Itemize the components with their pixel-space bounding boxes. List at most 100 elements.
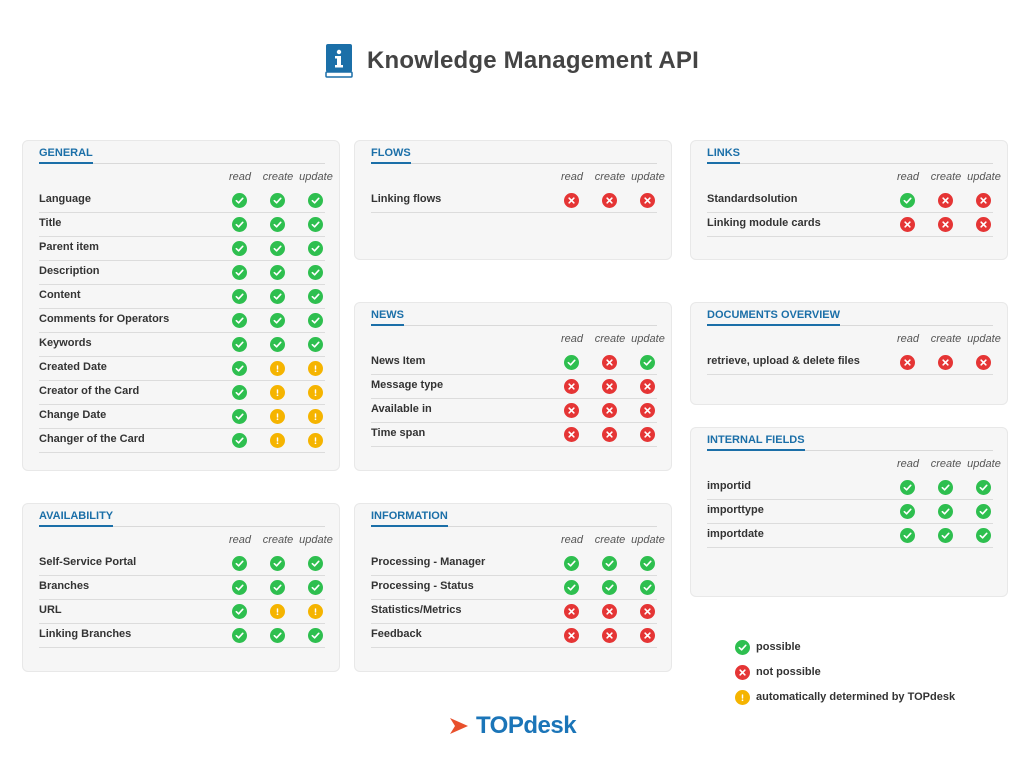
check-circle-icon — [308, 217, 323, 232]
row-label: Processing - Manager — [371, 556, 486, 568]
table-row: Language — [39, 189, 325, 213]
exclamation-circle-icon — [270, 385, 285, 400]
column-header-create: create — [594, 534, 626, 546]
table-row: importtype — [707, 500, 993, 524]
cross-circle-icon — [640, 604, 655, 619]
check-circle-icon — [900, 528, 915, 543]
cross-circle-icon — [564, 403, 579, 418]
cross-circle-icon — [900, 217, 915, 232]
card-title: FLOWS — [371, 147, 411, 164]
cross-circle-icon — [602, 379, 617, 394]
card-links: LINKS read create update Standardsolution L… — [690, 140, 1008, 260]
exclamation-circle-icon — [308, 361, 323, 376]
check-circle-icon — [564, 556, 579, 571]
row-label: Content — [39, 289, 81, 301]
card-rows: News Item Message type Available in Time sp… — [371, 351, 657, 447]
table-row: Available in — [371, 399, 657, 423]
cross-circle-icon — [640, 628, 655, 643]
table-row: Content — [39, 285, 325, 309]
row-label: Standardsolution — [707, 193, 798, 205]
row-label: Comments for Operators — [39, 313, 170, 325]
cross-circle-icon — [900, 355, 915, 370]
check-circle-icon — [232, 217, 247, 232]
cross-circle-icon — [976, 217, 991, 232]
column-header-read: read — [560, 171, 584, 183]
check-circle-icon — [640, 355, 655, 370]
cross-circle-icon — [564, 604, 579, 619]
check-circle-icon — [270, 289, 285, 304]
row-label: Changer of the Card — [39, 433, 145, 445]
check-circle-icon — [232, 313, 247, 328]
table-row: Branches — [39, 576, 325, 600]
exclamation-circle-icon — [308, 409, 323, 424]
table-row: Comments for Operators — [39, 309, 325, 333]
page-title: Knowledge Management API — [367, 47, 699, 74]
column-headers: read create update — [355, 171, 673, 185]
check-circle-icon — [900, 504, 915, 519]
check-circle-icon — [232, 433, 247, 448]
cross-circle-icon — [976, 193, 991, 208]
check-circle-icon — [232, 265, 247, 280]
row-label: Creator of the Card — [39, 385, 140, 397]
check-circle-icon — [640, 556, 655, 571]
cross-circle-icon — [640, 379, 655, 394]
check-circle-icon — [564, 355, 579, 370]
check-circle-icon — [308, 313, 323, 328]
check-circle-icon — [232, 580, 247, 595]
cross-circle-icon — [602, 355, 617, 370]
column-headers: read create update — [691, 333, 1009, 347]
legend-label: possible — [756, 641, 801, 653]
table-row: Description — [39, 261, 325, 285]
check-circle-icon — [602, 580, 617, 595]
check-circle-icon — [602, 556, 617, 571]
check-circle-icon — [232, 409, 247, 424]
check-circle-icon — [308, 337, 323, 352]
check-circle-icon — [308, 628, 323, 643]
column-headers: read create update — [355, 333, 673, 347]
cross-circle-icon — [938, 355, 953, 370]
column-header-read: read — [896, 333, 920, 345]
table-row: Created Date — [39, 357, 325, 381]
card-title: INTERNAL FIELDS — [707, 434, 805, 451]
row-label: Linking Branches — [39, 628, 132, 640]
cross-circle-icon — [602, 427, 617, 442]
check-circle-icon — [232, 193, 247, 208]
check-circle-icon — [232, 289, 247, 304]
table-row: importdate — [707, 524, 993, 548]
column-headers: read create update — [23, 534, 341, 548]
check-circle-icon — [232, 604, 247, 619]
row-label: Processing - Status — [371, 580, 474, 592]
row-label: Linking flows — [371, 193, 442, 205]
exclamation-circle-icon — [735, 690, 750, 705]
row-label: Description — [39, 265, 100, 277]
row-label: Branches — [39, 580, 90, 592]
column-header-create: create — [930, 171, 962, 183]
check-circle-icon — [308, 193, 323, 208]
column-headers: read create update — [355, 534, 673, 548]
column-header-read: read — [228, 171, 252, 183]
row-label: Available in — [371, 403, 432, 415]
topdesk-logo-icon — [449, 718, 468, 734]
table-row: Standardsolution — [707, 189, 993, 213]
check-circle-icon — [270, 217, 285, 232]
check-circle-icon — [232, 556, 247, 571]
check-circle-icon — [640, 580, 655, 595]
column-headers: read create update — [23, 171, 341, 185]
table-row: URL — [39, 600, 325, 624]
cross-circle-icon — [602, 193, 617, 208]
cross-circle-icon — [640, 193, 655, 208]
row-label: News Item — [371, 355, 426, 367]
row-label: Created Date — [39, 361, 107, 373]
card-title: LINKS — [707, 147, 740, 164]
card-title: NEWS — [371, 309, 404, 326]
check-circle-icon — [232, 337, 247, 352]
check-circle-icon — [308, 289, 323, 304]
legend-label: automatically determined by TOPdesk — [756, 691, 956, 703]
column-header-read: read — [560, 333, 584, 345]
check-circle-icon — [900, 193, 915, 208]
row-label: Change Date — [39, 409, 107, 421]
table-row: News Item — [371, 351, 657, 375]
check-circle-icon — [270, 241, 285, 256]
exclamation-circle-icon — [270, 361, 285, 376]
table-row: Processing - Status — [371, 576, 657, 600]
